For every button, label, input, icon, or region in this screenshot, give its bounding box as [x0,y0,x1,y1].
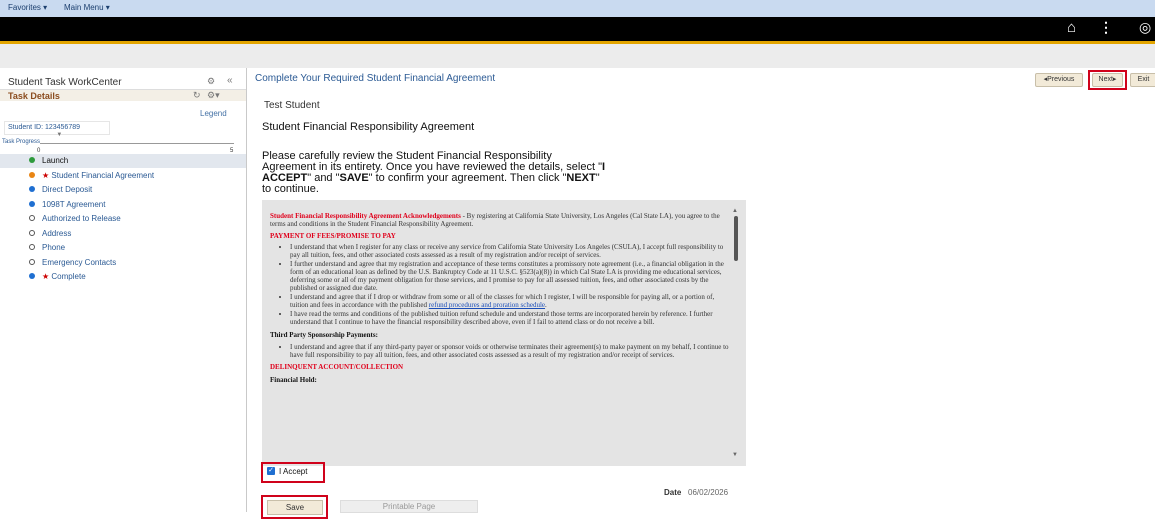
main-menu[interactable]: Main Menu ▾ [64,3,110,12]
scroll-thumb[interactable] [734,216,738,261]
payment-item: I understand and agree that if I drop or… [290,293,730,309]
agreement-document-frame[interactable]: Student Financial Responsibility Agreeme… [262,200,746,466]
task-step-label[interactable]: Phone [42,243,65,252]
task-step-text: Phone [42,243,66,252]
task-step-label[interactable]: 1098T Agreement [42,200,105,209]
refresh-icon[interactable]: ↻ [193,90,201,101]
task-step[interactable]: Emergency Contacts [0,256,246,270]
ack-paragraph: Student Financial Responsibility Agreeme… [270,212,720,228]
task-step[interactable]: ★ Student Financial Agreement [0,169,246,183]
task-step[interactable]: Direct Deposit [0,183,246,197]
header-bar: ⌂ ⋮ ◎ [0,17,1155,41]
save-highlight [261,495,328,519]
task-step[interactable]: 1098T Agreement [0,198,246,212]
student-id: Student ID: 123456789 [8,124,81,131]
step-status-icon [29,186,35,192]
agreement-heading: Student Financial Responsibility Agreeme… [262,121,475,133]
payment-item: I understand that when I register for an… [290,243,730,259]
header-band [0,44,1155,68]
step-status-icon [29,258,35,265]
task-step-text: Address [42,228,72,238]
task-step[interactable]: Authorized to Release [0,212,246,226]
exit-button[interactable]: Exit [1130,73,1155,87]
task-step-text: Student Financial Agreement [51,170,155,180]
previous-button[interactable]: ◂Previous [1035,73,1083,87]
panel-title: Student Task WorkCenter [8,77,122,88]
task-details-header: Task Details ↻ ⚙▾ [0,90,246,101]
instructions-text: Please carefully review the Student Fina… [262,151,642,195]
instructions-line-4: to continue. [262,183,319,195]
task-step-text: Emergency Contacts [42,257,117,267]
task-step[interactable]: Address [0,227,246,241]
delinquent-heading: DELINQUENT ACCOUNT/COLLECTION [270,363,404,371]
left-panel: Student Task WorkCenter ⚙ « Task Details… [0,68,247,512]
date-label: Date [664,488,682,497]
task-step[interactable]: Launch [0,154,246,168]
progress-marker-icon: ▼ [56,132,63,138]
settings-dropdown-icon[interactable]: ⚙▾ [207,90,220,101]
task-step-label[interactable]: Address [42,229,71,238]
step-status-icon [29,229,35,236]
home-icon[interactable]: ⌂ [1067,19,1076,36]
printable-page-button[interactable]: Printable Page [340,500,478,513]
instructions-line-3: ACCEPT" and "SAVE" to confirm your agree… [262,172,600,184]
task-step[interactable]: Phone [0,241,246,255]
task-step-label[interactable]: Direct Deposit [42,185,92,194]
next-highlight [1088,70,1127,90]
date-value: 06/02/2026 [688,488,729,497]
left-panel-header: Student Task WorkCenter ⚙ « [0,68,246,90]
step-status-icon [29,157,35,163]
task-step-text: Authorized to Release [42,214,121,223]
task-step-text: Launch [42,156,69,165]
task-step[interactable]: ★ Complete [0,270,246,284]
more-vert-icon[interactable]: ⋮ [1099,19,1113,36]
refund-procedures-link[interactable]: refund procedures and proration schedule [429,301,545,309]
step-status-icon [29,171,35,178]
legend-link[interactable]: Legend [200,109,227,118]
required-star-icon: ★ [42,170,52,180]
task-step-label[interactable]: Emergency Contacts [42,258,116,267]
third-party-heading: Third Party Sponsorship Payments: [270,331,378,339]
settings-icon[interactable]: ⚙ [207,76,215,87]
document-scrollbar[interactable]: ▲ ▼ [732,208,740,460]
step-status-icon [29,273,35,279]
task-step-label[interactable]: ★ Student Financial Agreement [42,171,154,180]
task-step-text: Direct Deposit [42,185,93,194]
scroll-down-icon[interactable]: ▼ [732,452,738,458]
task-step-label[interactable]: Launch [42,156,68,165]
task-progress-label: Task Progress [2,139,41,145]
task-details-label: Task Details [8,91,60,101]
payment-list: I understand that when I register for an… [270,243,730,326]
accept-highlight [261,462,325,483]
third-party-item: I understand and agree that if any third… [290,343,730,359]
step-status-icon [29,215,35,221]
required-star-icon: ★ [42,272,52,281]
financial-hold-heading: Financial Hold: [270,376,317,384]
collapse-icon[interactable]: « [227,75,233,86]
page-title: Complete Your Required Student Financial… [255,73,496,84]
task-step-text: 1098T Agreement [42,199,106,209]
third-party-list: I understand and agree that if any third… [270,343,730,359]
agreement-document: Student Financial Responsibility Agreeme… [270,212,730,462]
step-status-icon [29,244,35,250]
navbar-icon[interactable]: ◎ [1139,19,1151,36]
payment-item: I have read the terms and conditions of … [290,310,730,326]
payment-heading: PAYMENT OF FEES/PROMISE TO PAY [270,232,396,240]
favorites-bar: Favorites ▾ Main Menu ▾ [0,0,1155,17]
student-name: Test Student [264,100,320,111]
scroll-up-icon[interactable]: ▲ [732,208,738,214]
favorites-menu[interactable]: Favorites ▾ [8,3,47,12]
payment-item: I further understand and agree that my r… [290,260,730,292]
task-step-text: Complete [51,272,86,281]
task-step-label[interactable]: Authorized to Release [42,214,121,223]
step-status-icon [29,200,35,207]
task-progress-track [40,143,234,144]
task-step-label[interactable]: ★ Complete [42,272,86,281]
